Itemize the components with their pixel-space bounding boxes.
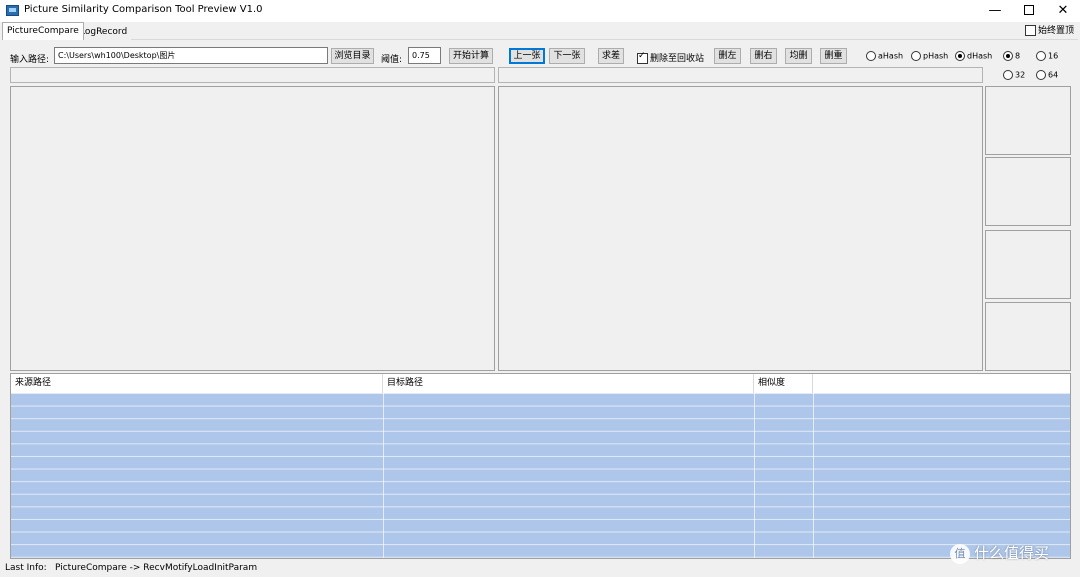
threshold-input[interactable]: 0.75 <box>408 47 441 64</box>
tab-log-record[interactable]: LogRecord <box>76 24 132 41</box>
radio-icon <box>911 51 921 61</box>
next-button[interactable]: 下一张 <box>549 48 585 64</box>
thumbnail-2[interactable] <box>985 157 1071 226</box>
checkbox-icon <box>1025 25 1036 36</box>
app-icon <box>6 5 19 16</box>
right-image-panel[interactable] <box>498 86 983 371</box>
thumbnail-4[interactable] <box>985 302 1071 371</box>
status-value: PictureCompare -> RecvMotifyLoadInitPara… <box>55 563 258 573</box>
results-table[interactable]: 来源路径 目标路径 相似度 <box>10 373 1071 559</box>
radio-dhash[interactable]: dHash <box>955 51 992 61</box>
radio-size-16-label: 16 <box>1048 51 1059 61</box>
minimize-button[interactable]: — <box>978 0 1012 22</box>
thumbnail-1[interactable] <box>985 86 1071 155</box>
thumbnail-3[interactable] <box>985 230 1071 299</box>
radio-size-8-label: 8 <box>1015 51 1021 61</box>
column-header-source[interactable]: 来源路径 <box>11 374 383 393</box>
delete-duplicate-button[interactable]: 删重 <box>820 48 847 64</box>
close-button[interactable]: ✕ <box>1046 0 1080 22</box>
radio-icon <box>1003 70 1013 80</box>
path-label: 输入路径: <box>10 55 50 65</box>
start-button[interactable]: 开始计算 <box>449 48 493 64</box>
radio-dhash-label: dHash <box>967 51 993 61</box>
delete-both-button[interactable]: 均删 <box>785 48 812 64</box>
table-rows[interactable] <box>11 393 1070 558</box>
right-path-bar <box>498 67 983 83</box>
column-header-similarity[interactable]: 相似度 <box>754 374 813 393</box>
always-on-top-label: 始终置顶 <box>1038 26 1075 36</box>
radio-phash[interactable]: pHash <box>911 51 948 61</box>
browse-button[interactable]: 浏览目录 <box>331 48 374 64</box>
radio-icon <box>955 51 965 61</box>
left-image-panel[interactable] <box>10 86 495 371</box>
radio-icon <box>1036 51 1046 61</box>
threshold-label: 阈值: <box>381 55 403 65</box>
watermark: 值什么值得买 <box>950 542 1049 564</box>
radio-ahash-label: aHash <box>878 51 904 61</box>
radio-icon <box>866 51 876 61</box>
maximize-icon <box>1024 4 1034 15</box>
window-title: Picture Similarity Comparison Tool Previ… <box>24 4 263 15</box>
status-label: Last Info: <box>5 563 47 573</box>
prev-button[interactable]: 上一张 <box>509 48 545 64</box>
status-bar: Last Info: PictureCompare -> RecvMotifyL… <box>0 560 1080 577</box>
maximize-button[interactable] <box>1012 0 1046 22</box>
radio-phash-label: pHash <box>923 51 949 61</box>
left-path-bar <box>10 67 495 83</box>
always-on-top-checkbox[interactable]: 始终置顶 <box>1025 23 1074 36</box>
radio-size-32[interactable]: 32 <box>1003 70 1025 80</box>
column-header-filler <box>813 374 1070 393</box>
watermark-text: 什么值得买 <box>974 544 1050 562</box>
path-input[interactable]: C:\Users\wh100\Desktop\图片 <box>54 47 328 64</box>
recycle-label: 删除至回收站 <box>650 54 705 64</box>
radio-icon <box>1003 51 1013 61</box>
radio-size-16[interactable]: 16 <box>1036 51 1058 61</box>
radio-size-64[interactable]: 64 <box>1036 70 1058 80</box>
radio-size-8[interactable]: 8 <box>1003 51 1020 61</box>
radio-size-32-label: 32 <box>1015 70 1026 80</box>
checkbox-icon <box>637 51 648 64</box>
diff-button[interactable]: 求差 <box>598 48 624 64</box>
radio-size-64-label: 64 <box>1048 70 1059 80</box>
delete-left-button[interactable]: 删左 <box>714 48 741 64</box>
tab-picture-compare[interactable]: PictureCompare <box>2 22 84 40</box>
recycle-checkbox[interactable]: 删除至回收站 <box>637 51 704 64</box>
radio-ahash[interactable]: aHash <box>866 51 903 61</box>
column-header-target[interactable]: 目标路径 <box>383 374 754 393</box>
radio-icon <box>1036 70 1046 80</box>
watermark-logo-icon: 值 <box>950 543 970 564</box>
delete-right-button[interactable]: 删右 <box>750 48 777 64</box>
